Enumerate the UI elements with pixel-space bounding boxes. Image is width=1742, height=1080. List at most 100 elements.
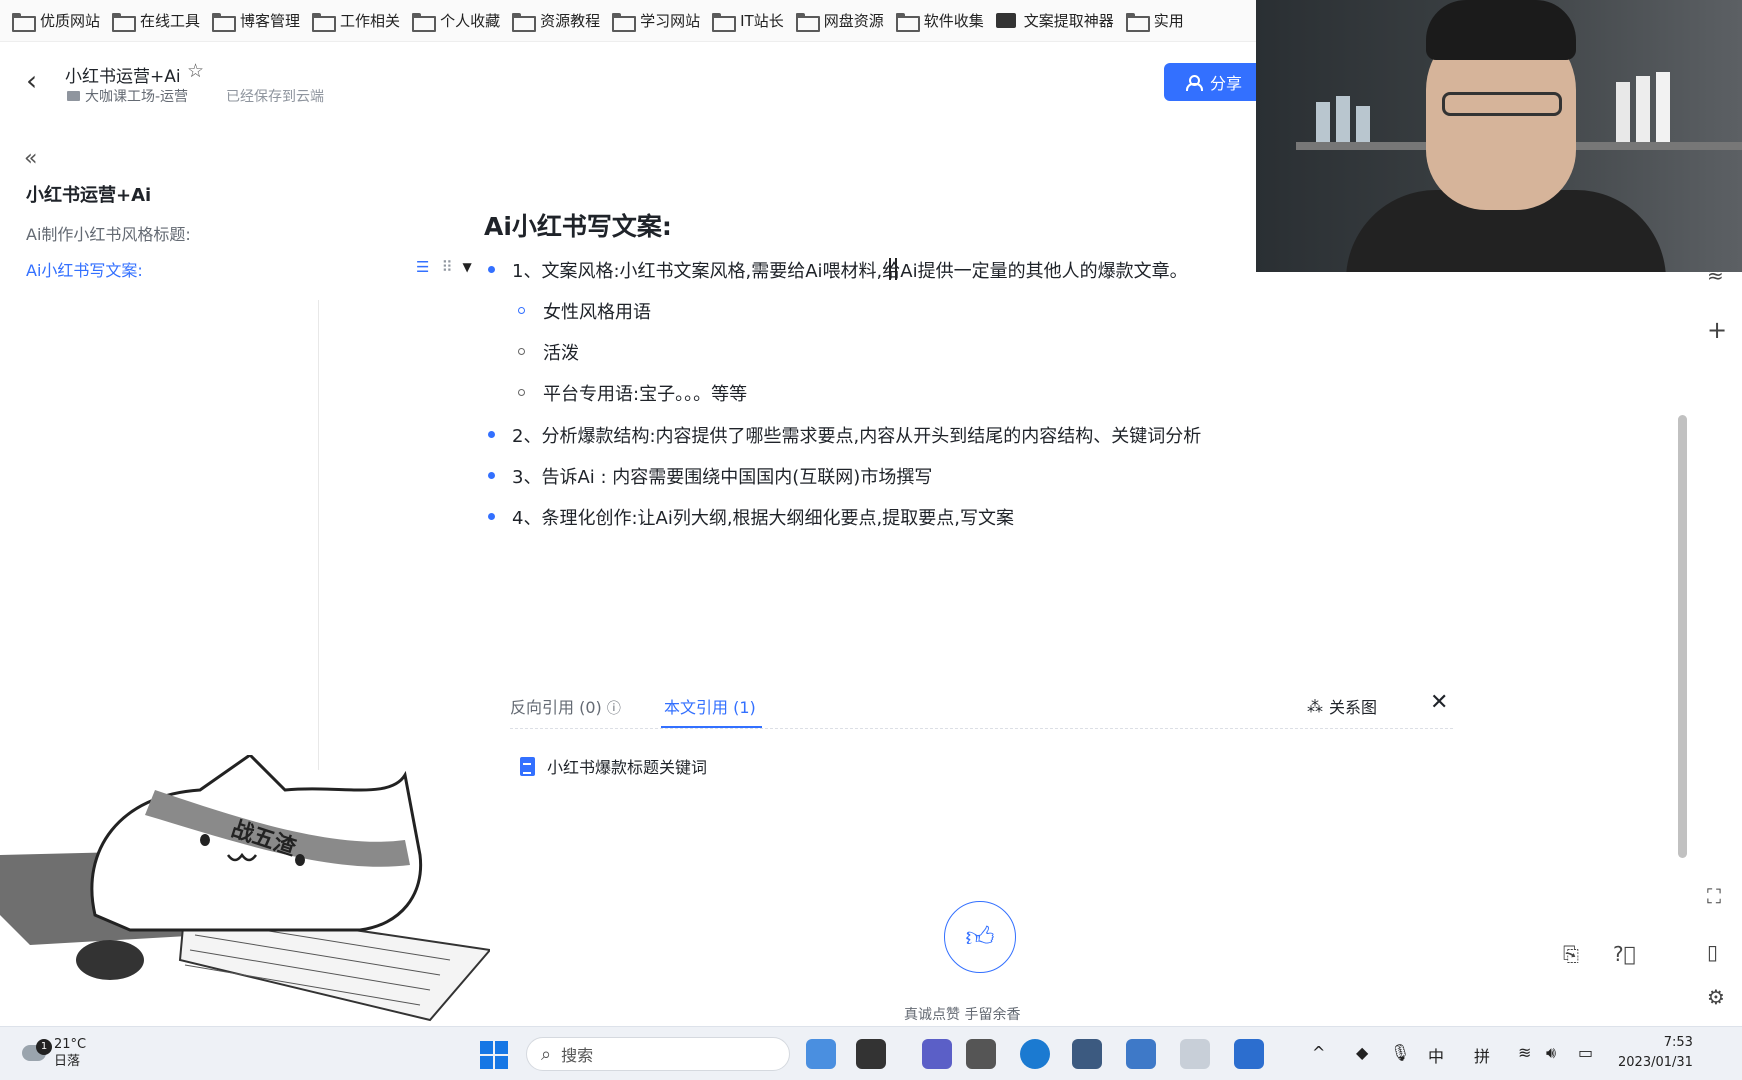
teams-icon[interactable] <box>922 1039 952 1069</box>
windows-start-icon[interactable] <box>480 1041 508 1069</box>
list-item[interactable]: 1、文案风格:小红书文案风格,需要给Ai喂材料,给Ai提供一定量的其他人的爆款文… <box>512 257 1188 283</box>
share-button[interactable]: 分享 <box>1164 63 1264 101</box>
notepad-icon[interactable] <box>1126 1039 1156 1069</box>
wifi-icon[interactable]: ≋ <box>1518 1043 1531 1062</box>
bookmark-item[interactable]: 优质网站 <box>12 6 112 36</box>
bullet-dot <box>488 513 495 520</box>
bookmark-item[interactable]: 网盘资源 <box>795 6 896 36</box>
weather-text: 日落 <box>54 1054 81 1069</box>
webcam-overlay <box>1256 0 1742 272</box>
doc-title[interactable]: 小红书运营+Ai <box>65 62 181 87</box>
cat-eye <box>295 854 305 866</box>
bookmark-item[interactable]: 在线工具 <box>112 6 212 36</box>
close-icon[interactable]: ✕ <box>1430 690 1448 715</box>
graph-label: 关系图 <box>1329 698 1378 717</box>
search-placeholder: 搜索 <box>561 1046 594 1065</box>
panel-divider <box>510 728 1453 729</box>
weather-widget[interactable]: 1 21°C 日落 <box>22 1036 86 1070</box>
edge-icon[interactable] <box>1020 1039 1050 1069</box>
tab-mentions[interactable]: 本文引用 (1) <box>664 694 756 718</box>
linked-doc-item[interactable]: 小红书爆款标题关键词 <box>520 754 707 778</box>
app-icon[interactable] <box>806 1039 836 1069</box>
bullet-dot <box>488 266 495 273</box>
back-button[interactable]: ‹ <box>26 67 46 95</box>
bookmark-label: 在线工具 <box>140 12 201 30</box>
list-item[interactable]: 4、条理化创作:让Ai列大纲,根据大纲细化要点,提取要点,写文案 <box>512 504 1014 530</box>
bookmark-item[interactable]: 实用 <box>1125 6 1196 36</box>
app-icon <box>995 13 1016 28</box>
graph-button[interactable]: ⁂ 关系图 <box>1307 694 1377 718</box>
list-item[interactable]: 平台专用语:宝子。。。等等 <box>543 380 747 406</box>
folder-icon <box>312 13 337 32</box>
screenshot-icon[interactable]: ⛶ <box>1707 884 1721 908</box>
block-toolbar: ☰ ⠿ ▼ <box>416 258 472 276</box>
bookmark-item[interactable]: 软件收集 <box>895 6 996 36</box>
ime-mode[interactable]: 拼 <box>1474 1043 1490 1067</box>
list-item[interactable]: 女性风格用语 <box>543 298 651 324</box>
settings-icon[interactable]: ⚙ <box>1707 985 1725 1009</box>
breadcrumb[interactable]: 大咖课工场-运营 <box>67 86 188 106</box>
chevron-up-icon[interactable]: ^ <box>1312 1043 1325 1062</box>
bookmark-label: 软件收集 <box>923 12 984 30</box>
folder-icon <box>512 13 537 32</box>
breadcrumb-label: 大咖课工场-运营 <box>85 89 189 105</box>
volume-icon[interactable]: 🔊︎ <box>1546 1043 1556 1063</box>
section-heading[interactable]: Ai小红书写文案: <box>484 207 672 243</box>
book <box>1336 96 1350 142</box>
bookmark-label: 个人收藏 <box>440 12 501 30</box>
list-item[interactable]: 2、分析爆款结构:内容提供了哪些需求要点,内容从开头到结尾的内容结构、关键词分析 <box>512 422 1201 448</box>
copy-link-icon[interactable]: ⎘ <box>1563 942 1579 966</box>
search-icon: ⌕ <box>541 1043 552 1065</box>
file-explorer-icon[interactable] <box>966 1039 996 1069</box>
bookmark-label: 网盘资源 <box>823 12 884 30</box>
bookmark-item[interactable]: 个人收藏 <box>412 6 512 36</box>
tab-backlinks[interactable]: 反向引用 (0) ⓘ <box>510 694 621 718</box>
microphone-icon[interactable]: 🎙︎ <box>1390 1043 1410 1062</box>
bookmark-item[interactable]: 博客管理 <box>212 6 312 36</box>
collapse-triangle-icon[interactable]: ▼ <box>462 260 471 274</box>
taskbar-search[interactable]: ⌕ 搜索 <box>526 1037 790 1071</box>
folder-icon <box>12 13 36 32</box>
bookmark-label: 文案提取神器 <box>1023 12 1114 30</box>
battery-icon[interactable]: ▭ <box>1578 1043 1593 1062</box>
bookmark-label: IT站长 <box>740 12 784 30</box>
bookmark-label: 实用 <box>1153 12 1184 30</box>
clock-time: 7:53 <box>1663 1035 1693 1050</box>
bookmark-label: 工作相关 <box>340 12 401 30</box>
app-icon[interactable] <box>856 1039 886 1069</box>
tray-app-icon[interactable]: ◆ <box>1356 1043 1368 1062</box>
clock[interactable]: 7:53 2023/01/31 <box>1618 1033 1693 1073</box>
folder-icon <box>895 13 920 32</box>
list-item[interactable]: 3、告诉Ai : 内容需要围绕中国国内(互联网)市场撰写 <box>512 463 932 489</box>
outline-item[interactable]: Ai制作小红书风格标题: <box>26 221 191 245</box>
panel-toggle-icon[interactable]: ▯ <box>1707 940 1718 964</box>
sub-bullet-circle <box>518 348 525 355</box>
bookmark-item[interactable]: 学习网站 <box>612 6 712 36</box>
app-icon[interactable] <box>1072 1039 1102 1069</box>
add-icon[interactable]: + <box>1707 316 1727 344</box>
collapse-sidebar-icon[interactable]: « <box>24 146 38 171</box>
bookmark-item[interactable]: 资源教程 <box>512 6 612 36</box>
ime-language[interactable]: 中 <box>1428 1043 1444 1067</box>
sub-bullet-circle <box>518 389 525 396</box>
bookmark-item[interactable]: 文案提取神器 <box>995 6 1126 36</box>
computer-mouse <box>76 940 144 980</box>
list-item[interactable]: 活泼 <box>543 339 579 365</box>
cat-eye <box>200 834 210 846</box>
scrollbar[interactable] <box>1678 415 1687 858</box>
star-icon[interactable]: ☆ <box>187 60 204 82</box>
outline-item-active[interactable]: Ai小红书写文案: <box>26 257 143 281</box>
users-icon <box>1185 74 1203 91</box>
drag-handle-icon[interactable]: ⠿ <box>441 258 452 276</box>
folder-icon <box>795 13 820 32</box>
app-icon[interactable] <box>1180 1039 1210 1069</box>
list-type-icon[interactable]: ☰ <box>416 258 429 276</box>
bookmark-item[interactable]: IT站长 <box>712 6 796 36</box>
folder-icon <box>412 13 437 32</box>
like-button[interactable]: 👍︎ <box>944 901 1016 973</box>
bookmark-item[interactable]: 工作相关 <box>312 6 412 36</box>
help-circle-icon[interactable]: ?⃝ <box>1613 942 1636 966</box>
app-icon[interactable] <box>1234 1039 1264 1069</box>
help-icon[interactable]: ⓘ <box>607 701 621 717</box>
outline-title[interactable]: 小红书运营+Ai <box>26 181 151 207</box>
